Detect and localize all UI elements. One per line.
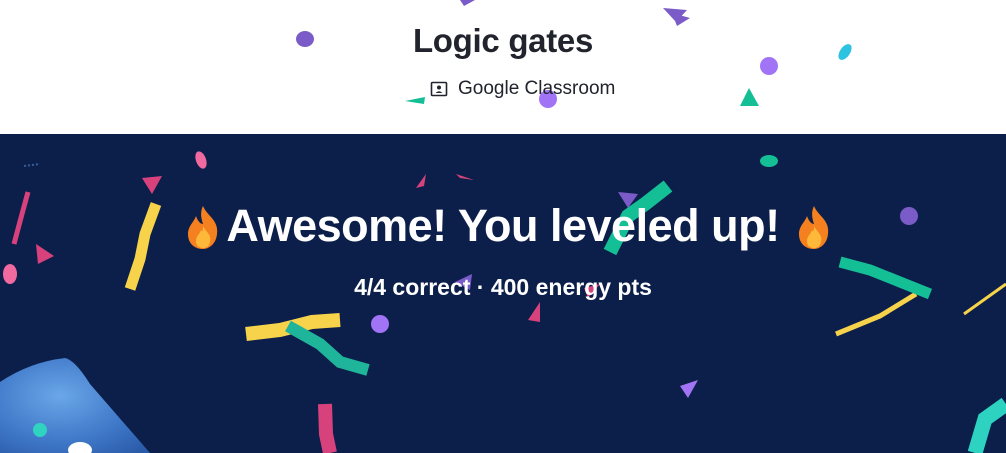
score-summary: 4/4 correct · 400 energy pts <box>354 274 652 300</box>
page-title: Logic gates <box>412 22 594 59</box>
header-confetti <box>296 0 852 108</box>
google-classroom-label: Google Classroom <box>458 78 616 99</box>
page-header: Logic gates Google Classroom <box>0 0 1006 134</box>
level-up-banner: Awesome! You leveled up! 4/4 correct · 4… <box>0 134 1006 453</box>
google-classroom-icon <box>430 81 448 97</box>
fire-emoji-right <box>799 206 829 249</box>
google-classroom-link[interactable]: Google Classroom <box>430 78 615 100</box>
level-up-headline: Awesome! You leveled up! <box>226 200 780 251</box>
